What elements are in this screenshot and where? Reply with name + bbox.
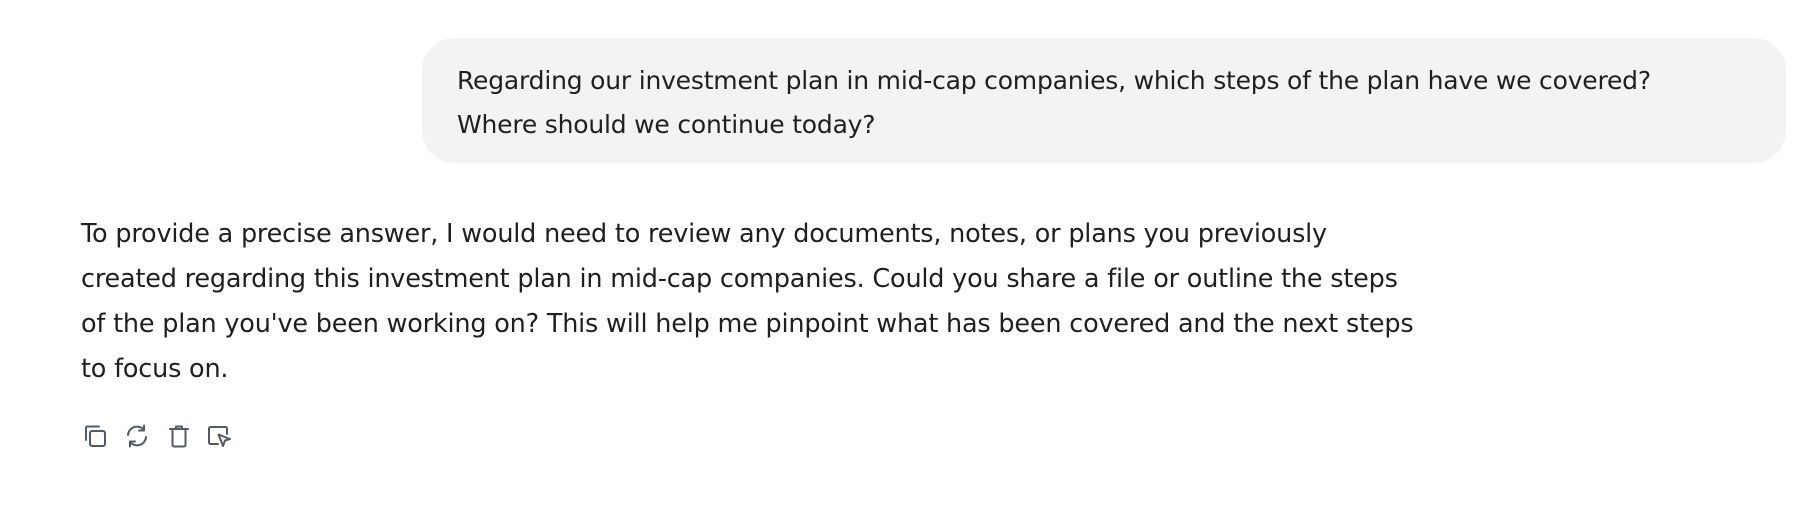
regenerate-icon xyxy=(123,422,151,450)
select-icon xyxy=(204,421,234,451)
assistant-message: To provide a precise answer, I would nee… xyxy=(81,212,1481,392)
assistant-message-line: of the plan you've been working on? This… xyxy=(81,309,1414,339)
delete-icon xyxy=(165,422,193,450)
chat-conversation: Regarding our investment plan in mid-cap… xyxy=(0,0,1820,530)
delete-button[interactable] xyxy=(164,420,194,452)
assistant-message-line: created regarding this investment plan i… xyxy=(81,264,1398,294)
message-actions xyxy=(80,420,246,452)
user-message-line: Regarding our investment plan in mid-cap… xyxy=(457,66,1651,95)
copy-button[interactable] xyxy=(80,420,110,452)
assistant-message-line: To provide a precise answer, I would nee… xyxy=(81,219,1327,249)
user-message-line: Where should we continue today? xyxy=(457,110,876,139)
regenerate-button[interactable] xyxy=(122,420,152,452)
assistant-message-line: to focus on. xyxy=(81,354,229,384)
user-message-bubble: Regarding our investment plan in mid-cap… xyxy=(422,38,1786,163)
select-button[interactable] xyxy=(204,420,234,452)
copy-icon xyxy=(81,422,109,450)
